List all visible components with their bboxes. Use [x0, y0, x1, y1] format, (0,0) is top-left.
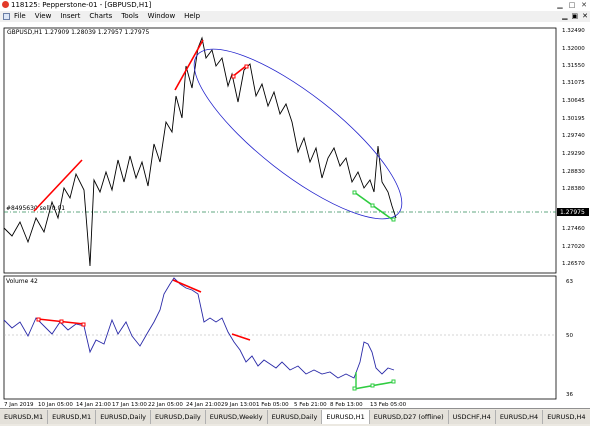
- child-restore-icon[interactable]: ▣: [572, 12, 579, 20]
- volume-tick-label: 36: [566, 392, 573, 398]
- chart-tab[interactable]: EURUSD,H4: [543, 410, 590, 424]
- chart-tab[interactable]: EURUSD,Daily: [150, 410, 206, 424]
- chart-tab[interactable]: EURUSD,M1: [0, 410, 49, 424]
- menu-view[interactable]: View: [35, 12, 52, 20]
- red-marker[interactable]: [231, 74, 236, 79]
- red-marker[interactable]: [59, 319, 64, 324]
- price-tick-label: 1.31075: [562, 80, 585, 86]
- price-tick-label: 1.27460: [562, 226, 585, 232]
- chart-tabs-bar: EURUSD,M1 EURUSD,M1 EURUSD,Daily EURUSD,Dai…: [0, 408, 590, 426]
- price-tick-label: 1.30645: [562, 98, 585, 104]
- volume-tick-label: 63: [566, 279, 573, 285]
- price-axis: 1.32490 1.32000 1.31550 1.31075 1.30645 1.301…: [562, 28, 585, 267]
- price-tick-label: 1.32490: [562, 28, 585, 34]
- menu-charts[interactable]: Charts: [89, 12, 112, 20]
- red-marker[interactable]: [81, 322, 86, 327]
- chart-tab[interactable]: EURUSD,H4: [495, 410, 544, 424]
- menu-tools[interactable]: Tools: [121, 12, 138, 20]
- price-tick-label: 1.28380: [562, 186, 585, 192]
- green-marker[interactable]: [370, 383, 375, 388]
- green-marker[interactable]: [352, 386, 357, 391]
- price-tick-label: 1.30195: [562, 116, 585, 122]
- chart-tab[interactable]: EURUSD,Daily: [267, 410, 323, 424]
- menu-file[interactable]: File: [14, 12, 26, 20]
- symbol-label: GBPUSD,H1 1.27909 1.28039 1.27957 1.2797…: [7, 29, 149, 36]
- minimize-icon[interactable]: ▁: [556, 1, 564, 9]
- chart-tab[interactable]: USDCHF,H4: [448, 410, 496, 424]
- price-tick-label: 1.32000: [562, 46, 585, 52]
- price-tick-label: 1.26570: [562, 261, 585, 267]
- price-tick-label: 1.28830: [562, 169, 585, 175]
- child-close-icon[interactable]: ✕: [582, 12, 588, 20]
- window-title: 118125: Pepperstone-01 - [GBPUSD,H1]: [11, 1, 152, 9]
- price-tick-label: 1.29740: [562, 133, 585, 139]
- red-marker[interactable]: [36, 317, 41, 322]
- chart-tab[interactable]: EURUSD,D27 (offline): [369, 410, 449, 424]
- app-icon: [2, 1, 9, 8]
- maximize-icon[interactable]: □: [568, 1, 576, 9]
- menu-window[interactable]: Window: [148, 12, 176, 20]
- volume-tick-label: 50: [566, 333, 573, 339]
- menu-help[interactable]: Help: [184, 12, 200, 20]
- green-marker[interactable]: [370, 203, 375, 208]
- price-chart[interactable]: GBPUSD,H1 1.27909 1.28039 1.27957 1.2797…: [0, 22, 590, 408]
- price-pane-frame: [3, 27, 557, 274]
- volume-axis: 63 50 36: [566, 279, 573, 398]
- current-price-text: 1.27975: [560, 209, 585, 216]
- child-minimize-icon[interactable]: ▁: [562, 12, 567, 20]
- price-tick-label: 1.29290: [562, 151, 585, 157]
- chart-tab[interactable]: EURUSD,Daily: [96, 410, 151, 424]
- price-tick-label: 1.27020: [562, 244, 585, 250]
- green-marker[interactable]: [391, 379, 396, 384]
- green-marker[interactable]: [391, 217, 396, 222]
- chart-window-icon[interactable]: [3, 13, 10, 20]
- price-tick-label: 1.31550: [562, 63, 585, 69]
- chart-tab[interactable]: EURUSD,H1: [322, 410, 370, 424]
- chart-tab[interactable]: EURUSD,Weekly: [205, 410, 268, 424]
- red-marker[interactable]: [244, 64, 249, 69]
- chart-area[interactable]: GBPUSD,H1 1.27909 1.28039 1.27957 1.2797…: [0, 22, 590, 408]
- green-marker[interactable]: [352, 190, 357, 195]
- volume-label: Volume 42: [6, 278, 38, 285]
- close-icon[interactable]: ✕: [580, 1, 588, 9]
- chart-tab[interactable]: EURUSD,M1: [48, 410, 97, 424]
- menu-insert[interactable]: Insert: [60, 12, 80, 20]
